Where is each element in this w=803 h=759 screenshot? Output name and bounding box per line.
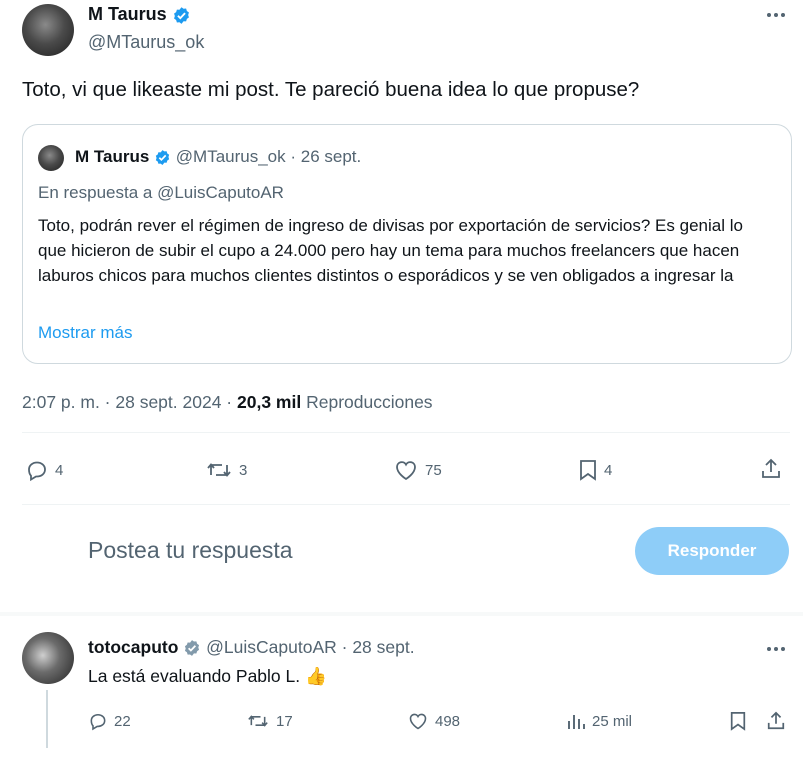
quoted-reply-to: En respuesta a @LuisCaputoAR	[38, 183, 284, 202]
reply-share-action[interactable]	[766, 710, 786, 732]
reply-author-name[interactable]: totocaputo	[88, 637, 178, 657]
quoted-text: Toto, podrán rever el régimen de ingreso…	[38, 216, 743, 285]
reply-retweet-action[interactable]: 17	[246, 711, 293, 731]
heart-icon	[396, 461, 416, 481]
quoted-tweet-card[interactable]: M Taurus @MTaurus_ok · 26 sept. En respu…	[22, 124, 792, 364]
quoted-author-row: M Taurus @MTaurus_ok · 26 sept.	[75, 147, 361, 167]
reply-text: La está evaluando Pablo L.	[88, 666, 301, 686]
reply-action[interactable]: 4	[25, 458, 63, 482]
reply-reply-action[interactable]: 22	[88, 711, 131, 731]
author-avatar[interactable]	[22, 4, 74, 56]
reply-composer-input[interactable]: Postea tu respuesta	[88, 537, 293, 564]
verified-badge-icon	[155, 150, 170, 165]
show-more-link[interactable]: Mostrar más	[38, 323, 132, 343]
tweet-text: Toto, vi que likeaste mi post. Te pareci…	[22, 78, 640, 101]
reply-meta: @LuisCaputoAR · 28 sept.	[206, 637, 415, 657]
retweet-action[interactable]: 3	[205, 458, 247, 482]
author-name[interactable]: M Taurus	[88, 4, 167, 24]
divider	[0, 612, 803, 616]
bookmark-icon	[730, 712, 746, 731]
reply-reply-count: 22	[114, 712, 131, 730]
retweet-icon	[248, 715, 268, 727]
views-label: Reproducciones	[306, 392, 433, 412]
reply-text-row: La está evaluando Pablo L. 👍	[88, 666, 327, 687]
reply-views-action[interactable]: 25 mil	[566, 711, 632, 731]
reply-more-button[interactable]	[764, 642, 788, 656]
author-name-row[interactable]: M Taurus	[88, 4, 191, 25]
heart-icon	[409, 713, 427, 730]
reply-icon	[90, 713, 106, 731]
bookmark-icon	[580, 460, 596, 481]
share-icon	[762, 458, 780, 478]
thumbs-up-emoji: 👍	[305, 666, 327, 686]
reply-views-count: 25 mil	[592, 712, 633, 730]
retweet-icon	[207, 463, 231, 477]
divider	[22, 432, 790, 433]
quoted-author-avatar	[38, 145, 64, 171]
like-action[interactable]: 75	[393, 458, 442, 482]
tweet-timestamp[interactable]: 2:07 p. m. · 28 sept. 2024 ·	[22, 392, 232, 412]
reply-author-avatar[interactable]	[22, 632, 74, 684]
more-horizontal-icon	[767, 647, 785, 651]
reply-bookmark-action[interactable]	[729, 710, 747, 732]
verified-badge-icon	[173, 6, 189, 24]
retweet-count: 3	[239, 461, 248, 479]
bookmark-action[interactable]: 4	[578, 458, 612, 482]
reply-like-action[interactable]: 498	[407, 711, 460, 731]
author-handle[interactable]: @MTaurus_ok	[88, 32, 204, 53]
reply-count: 4	[55, 461, 64, 479]
reply-submit-button[interactable]: Responder	[635, 527, 789, 575]
reply-author-row: totocaputo @LuisCaputoAR · 28 sept.	[88, 637, 415, 658]
like-count: 75	[425, 461, 442, 479]
share-icon	[767, 711, 785, 730]
bookmark-count: 4	[604, 461, 613, 479]
divider	[22, 504, 790, 505]
verified-gray-badge-icon	[185, 640, 200, 657]
tweet-meta-row: 2:07 p. m. · 28 sept. 2024 · 20,3 mil Re…	[22, 392, 433, 413]
more-horizontal-icon	[767, 13, 785, 17]
quoted-author-name: M Taurus	[75, 147, 150, 166]
quoted-meta: @MTaurus_ok · 26 sept.	[175, 147, 362, 166]
views-count: 20,3 mil	[237, 392, 302, 412]
reply-retweet-count: 17	[276, 712, 293, 730]
share-action[interactable]	[760, 457, 782, 481]
more-options-button[interactable]	[764, 6, 788, 24]
analytics-icon	[568, 715, 585, 729]
reply-thread-line	[46, 690, 48, 748]
reply-icon	[28, 461, 46, 482]
reply-like-count: 498	[435, 712, 461, 730]
